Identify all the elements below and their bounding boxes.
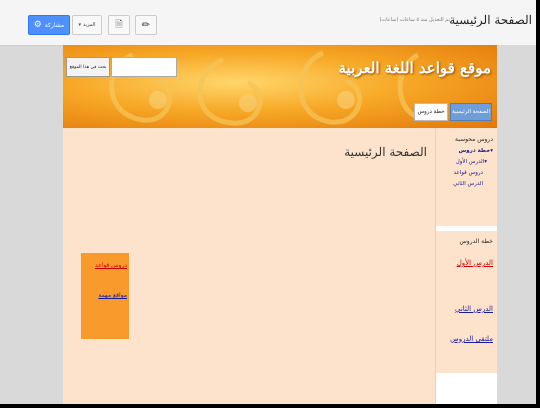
link-important-sites[interactable]: مواقع مهمة bbox=[98, 292, 127, 299]
new-page-button[interactable]: 🗎 bbox=[108, 15, 130, 35]
more-button[interactable]: ▾ المزيد bbox=[72, 15, 102, 35]
search-input[interactable] bbox=[111, 57, 177, 77]
sites-toolbar: الصفحة الرئيسية تم التعديل منذ ٥ ساعات (… bbox=[0, 0, 536, 46]
sidebar-item-lesson-one[interactable]: ▾الدرس الأول bbox=[435, 159, 497, 165]
chevron-down-icon: ▾ bbox=[78, 22, 81, 28]
sidebar-item-lesson-plan[interactable]: ▾خطة دروس bbox=[435, 148, 497, 154]
share-label: مشاركة bbox=[44, 21, 65, 29]
sidebar-item-lesson-two[interactable]: الدرس الثاني bbox=[435, 181, 497, 187]
sidebar-divider bbox=[436, 226, 497, 231]
sidebar-section-lesson-plan: خطة الدروس الدرس الأول الدرس الثاني ملتق… bbox=[435, 238, 497, 343]
sidebar-heading: دروس محوسبة bbox=[455, 136, 493, 143]
sidebar: دروس محوسبة ▾خطة دروس ▾الدرس الأول دروس … bbox=[435, 128, 497, 404]
toolbar-site-title[interactable]: الصفحة الرئيسية bbox=[449, 13, 532, 27]
pencil-icon: ✏ bbox=[141, 19, 151, 31]
share-button[interactable]: ⚙ مشاركة bbox=[28, 15, 70, 35]
sidebar-link-lessons-forum[interactable]: ملتقى الدروس bbox=[435, 335, 497, 343]
site-title[interactable]: موقع قواعد اللغة العربية bbox=[339, 59, 492, 77]
browser-frame: الصفحة الرئيسية تم التعديل منذ ٥ ساعات (… bbox=[0, 0, 536, 404]
sidebar-heading: خطة الدروس bbox=[459, 238, 493, 245]
nav-tab-home[interactable]: الصفحة الرئيسية bbox=[450, 103, 492, 121]
sidebar-link-lesson-one[interactable]: الدرس الأول bbox=[435, 259, 497, 267]
sidebar-link-lesson-two[interactable]: الدرس الثاني bbox=[435, 305, 497, 313]
sidebar-section-computerized-lessons: دروس محوسبة ▾خطة دروس ▾الدرس الأول دروس … bbox=[435, 136, 497, 187]
more-label: المزيد bbox=[82, 22, 96, 28]
site-page: موقع قواعد اللغة العربية بحث في هذا المو… bbox=[63, 45, 497, 404]
new-page-icon: 🗎 bbox=[115, 20, 123, 30]
edit-page-button[interactable]: ✏ bbox=[135, 15, 157, 35]
edit-info: تم التعديل منذ ٥ ساعات (ساعات) bbox=[379, 17, 450, 23]
sidebar-footer bbox=[436, 373, 497, 404]
nav-tab-lesson-plan[interactable]: خطة دروس bbox=[414, 103, 448, 121]
gear-icon: ⚙ bbox=[33, 20, 42, 30]
search-button[interactable]: بحث في هذا الموقع bbox=[66, 57, 110, 77]
sidebar-item-grammar-lessons[interactable]: دروس قواعد bbox=[435, 170, 497, 176]
links-box: دروس قواعد مواقع مهمة bbox=[81, 253, 129, 339]
link-grammar-lessons[interactable]: دروس قواعد bbox=[95, 262, 127, 269]
page-title: الصفحة الرئيسية bbox=[344, 145, 427, 159]
right-gutter bbox=[497, 45, 536, 404]
site-banner: موقع قواعد اللغة العربية بحث في هذا المو… bbox=[63, 45, 497, 128]
